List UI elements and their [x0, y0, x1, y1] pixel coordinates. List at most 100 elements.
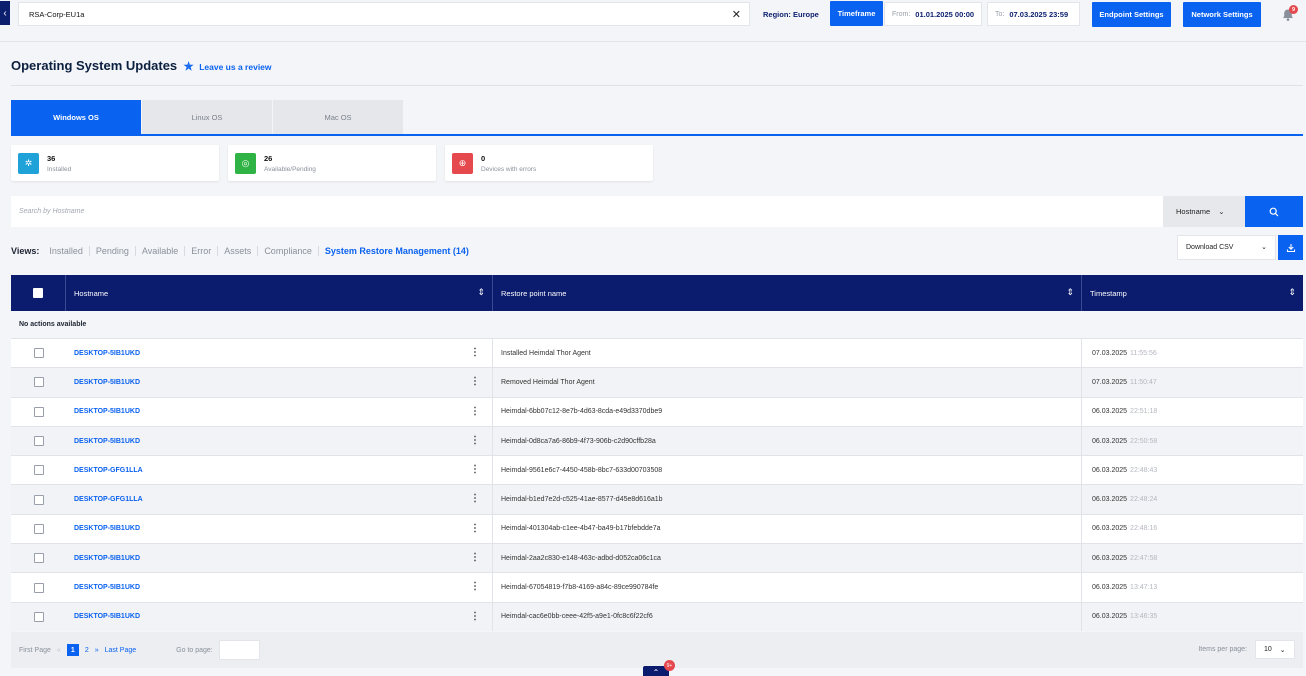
stat-label: Installed: [47, 165, 72, 173]
more-actions-icon[interactable]: ⋮: [470, 464, 480, 475]
tenant-selector[interactable]: RSA-Corp-EU1a ✕: [18, 2, 750, 26]
column-hostname[interactable]: Hostname ⇕: [66, 275, 493, 311]
row-checkbox-cell: [11, 465, 66, 476]
chevron-double-left-icon[interactable]: «: [57, 647, 61, 654]
row-checkbox[interactable]: [33, 582, 44, 593]
search-input[interactable]: Search by Hostname: [11, 196, 1163, 227]
hostname-link[interactable]: DESKTOP-GFG1LLA: [74, 496, 143, 503]
hostname-link[interactable]: DESKTOP-5IB1UKD: [74, 438, 140, 445]
chevron-double-right-icon[interactable]: »: [95, 647, 99, 654]
table-row[interactable]: DESKTOP-5IB1UKD ⋮ Heimdal-6bb07c12-8e7b-4d…: [11, 396, 1303, 426]
more-actions-icon[interactable]: ⋮: [470, 581, 480, 592]
notifications-button[interactable]: 9: [1281, 5, 1298, 22]
search-button[interactable]: [1245, 196, 1303, 227]
check-circle-icon: ◎: [235, 152, 256, 174]
row-checkbox[interactable]: [33, 406, 44, 417]
table-row[interactable]: DESKTOP-5IB1UKD ⋮ Heimdal-401304ab-c1ee-4b…: [11, 513, 1303, 544]
view-assets[interactable]: Assets: [218, 246, 259, 256]
view-compliance[interactable]: Compliance: [258, 246, 319, 256]
pagination-bar: First Page « 1 2 » Last Page Go to page:…: [11, 632, 1303, 668]
timestamp-time: 22:48:43: [1130, 466, 1158, 474]
row-checkbox[interactable]: [33, 494, 44, 505]
table-row[interactable]: DESKTOP-5IB1UKD ⋮ Removed Heimdal Thor Age…: [11, 367, 1303, 397]
stat-devices-errors[interactable]: ⊕ 0 Devices with errors: [445, 145, 653, 181]
row-checkbox-cell: [11, 582, 66, 593]
hostname-link[interactable]: DESKTOP-5IB1UKD: [74, 408, 140, 415]
more-actions-icon[interactable]: ⋮: [470, 376, 480, 387]
table-row[interactable]: DESKTOP-GFG1LLA ⋮ Heimdal-b1ed7e2d-c525-41…: [11, 484, 1303, 514]
table-row[interactable]: DESKTOP-5IB1UKD ⋮ Installed Heimdal Thor A…: [11, 338, 1303, 368]
region-indicator: Region: Europe: [763, 10, 819, 19]
scroll-top-button[interactable]: ⌃ 9+: [643, 660, 675, 676]
row-checkbox[interactable]: [33, 348, 44, 359]
hostname-link[interactable]: DESKTOP-5IB1UKD: [74, 584, 140, 591]
search-placeholder: Search by Hostname: [19, 208, 85, 215]
timeframe-button[interactable]: Timeframe: [830, 1, 883, 26]
leave-review-link[interactable]: ✯ Leave us a review: [184, 60, 272, 73]
first-page-link[interactable]: First Page: [19, 647, 51, 654]
timestamp-date: 06.03.2025: [1092, 466, 1128, 474]
more-actions-icon[interactable]: ⋮: [470, 611, 480, 622]
from-date-field[interactable]: From: 01.01.2025 00:00: [884, 2, 982, 26]
more-actions-icon[interactable]: ⋮: [470, 406, 480, 417]
stat-available-pending[interactable]: ◎ 26 Available/Pending: [228, 145, 436, 181]
download-button[interactable]: [1278, 235, 1303, 260]
tab-mac-os[interactable]: Mac OS: [273, 100, 403, 135]
table-row[interactable]: DESKTOP-5IB1UKD ⋮ Heimdal-67054819-f7b8-41…: [11, 572, 1303, 602]
view-available[interactable]: Available: [136, 246, 186, 256]
timestamp-cell: 06.03.2025 22:47:58: [1082, 555, 1303, 562]
star-icon: ✯: [184, 61, 194, 73]
hostname-link[interactable]: DESKTOP-GFG1LLA: [74, 467, 143, 474]
export-label: Download CSV: [1186, 244, 1234, 251]
goto-page-input[interactable]: [218, 640, 260, 660]
table-row[interactable]: DESKTOP-5IB1UKD ⋮ Heimdal-2aa2c830-e148-46…: [11, 543, 1303, 573]
column-restore-point[interactable]: Restore point name ⇕: [493, 275, 1082, 311]
page-2-button[interactable]: 2: [85, 647, 89, 654]
more-actions-icon[interactable]: ⋮: [470, 493, 480, 504]
hostname-link[interactable]: DESKTOP-5IB1UKD: [74, 350, 140, 357]
select-all-checkbox[interactable]: [33, 288, 43, 298]
hostname-cell: DESKTOP-GFG1LLA ⋮: [66, 485, 493, 514]
column-timestamp[interactable]: Timestamp ⇕: [1082, 275, 1303, 311]
row-checkbox[interactable]: [33, 436, 44, 447]
row-checkbox[interactable]: [33, 377, 44, 388]
table-row[interactable]: DESKTOP-GFG1LLA ⋮ Heimdal-9561e6c7-4450-45…: [11, 455, 1303, 485]
row-checkbox[interactable]: [33, 523, 44, 534]
restore-table: Hostname ⇕ Restore point name ⇕ Timestam…: [11, 275, 1303, 631]
restore-point-name: Heimdal-0d8ca7a6-86b9-4f73-906b-c2d90cff…: [493, 426, 1082, 456]
export-format-select[interactable]: Download CSV ⌄: [1177, 235, 1276, 260]
hostname-link[interactable]: DESKTOP-5IB1UKD: [74, 555, 140, 562]
tab-linux-os[interactable]: Linux OS: [142, 100, 272, 135]
hostname-link[interactable]: DESKTOP-5IB1UKD: [74, 613, 140, 620]
row-checkbox-cell: [11, 436, 66, 447]
row-checkbox[interactable]: [33, 553, 44, 564]
hostname-link[interactable]: DESKTOP-5IB1UKD: [74, 379, 140, 386]
view-error[interactable]: Error: [185, 246, 219, 256]
network-settings-button[interactable]: Network Settings: [1183, 2, 1261, 27]
tab-windows-os[interactable]: Windows OS: [11, 100, 141, 135]
row-checkbox[interactable]: [33, 611, 44, 622]
to-date-field[interactable]: To: 07.03.2025 23:59: [987, 2, 1080, 26]
views-title: Views:: [11, 246, 40, 256]
more-actions-icon[interactable]: ⋮: [470, 435, 480, 446]
search-field-dropdown[interactable]: Hostname ⌄: [1163, 196, 1245, 227]
table-header: Hostname ⇕ Restore point name ⇕ Timestam…: [11, 275, 1303, 311]
view-pending[interactable]: Pending: [90, 246, 136, 256]
items-per-page-select[interactable]: 10 ⌄: [1255, 640, 1295, 659]
more-actions-icon[interactable]: ⋮: [470, 552, 480, 563]
row-checkbox[interactable]: [33, 465, 44, 476]
view-installed[interactable]: Installed: [43, 246, 90, 256]
stat-installed[interactable]: ✲ 36 Installed: [11, 145, 219, 181]
table-row[interactable]: DESKTOP-5IB1UKD ⋮ Heimdal-0d8ca7a6-86b9-4f…: [11, 425, 1303, 456]
more-actions-icon[interactable]: ⋮: [470, 523, 480, 534]
select-all-cell: [11, 275, 66, 311]
page-1-button[interactable]: 1: [66, 644, 79, 656]
last-page-link[interactable]: Last Page: [105, 647, 137, 654]
collapse-sidebar-button[interactable]: ‹: [0, 1, 10, 25]
endpoint-settings-button[interactable]: Endpoint Settings: [1092, 2, 1171, 27]
view-system-restore[interactable]: System Restore Management (14): [319, 246, 475, 256]
hostname-link[interactable]: DESKTOP-5IB1UKD: [74, 525, 140, 532]
more-actions-icon[interactable]: ⋮: [470, 347, 480, 358]
table-row[interactable]: DESKTOP-5IB1UKD ⋮ Heimdal-cac6e0bb-ceee-42…: [11, 601, 1303, 631]
close-icon[interactable]: ✕: [732, 8, 741, 21]
